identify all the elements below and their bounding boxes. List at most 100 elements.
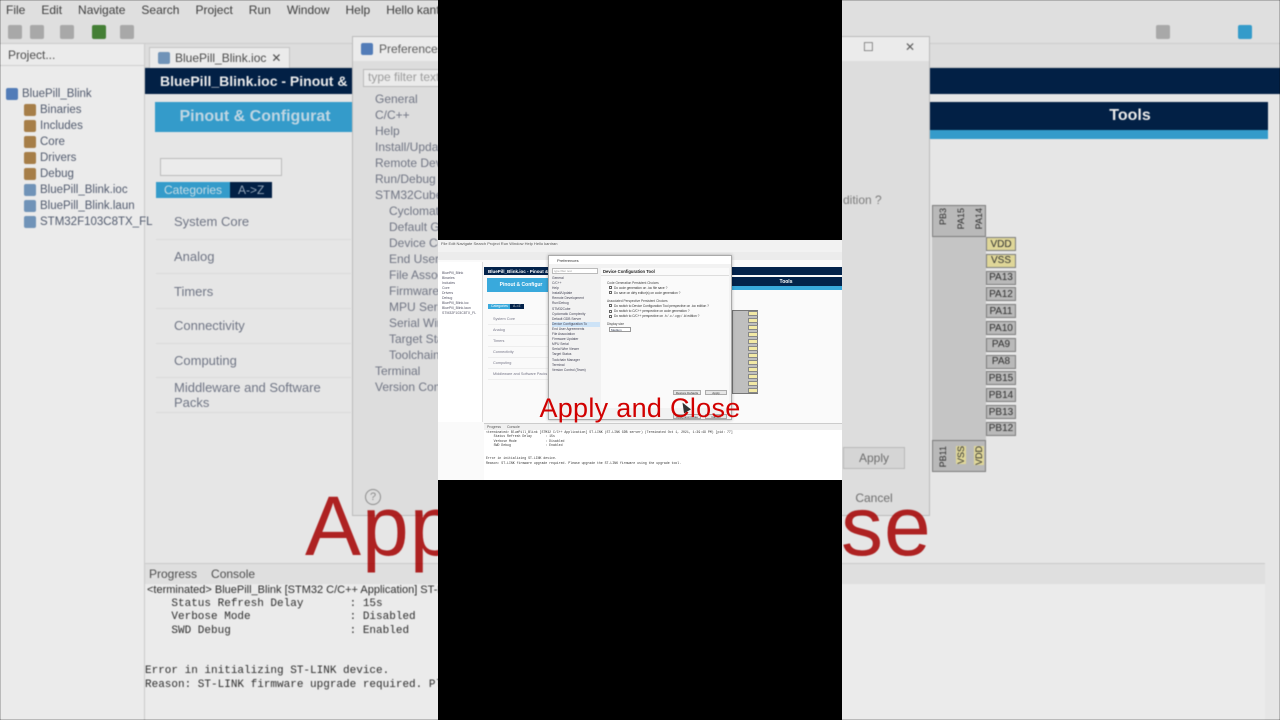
frame-category-item[interactable]: Timers	[488, 336, 548, 347]
checkbox-label: Do switch to C/C++ perspective on .h / .…	[614, 314, 700, 319]
pin-label[interactable]: PA12	[986, 287, 1016, 302]
menu-item[interactable]: Window	[287, 3, 330, 17]
frame-tab-progress[interactable]: Progress	[487, 425, 501, 429]
pin-label[interactable]: VSS	[986, 253, 1016, 268]
tree-item[interactable]: BluePill_Blink.laun	[6, 198, 144, 214]
checkbox-label: Do switch to C/C++ perspective on code g…	[614, 309, 690, 314]
frame-perspective-options: Do switch to Device Configuration Tool p…	[601, 303, 729, 319]
tab-pinout-configuration[interactable]: Pinout & Configurat	[155, 102, 355, 132]
checkbox[interactable]	[609, 304, 612, 308]
ioc-editor-tab[interactable]: BluePill_Blink.ioc ✕	[149, 47, 291, 68]
frame-tab-tools[interactable]: Tools	[730, 277, 842, 286]
tree-item[interactable]: BluePill_Blink.ioc	[6, 182, 144, 198]
save-icon[interactable]	[8, 25, 22, 39]
frame-settings-page: Device Configuration Tool Code Generatio…	[601, 268, 729, 408]
pin-label[interactable]: PA10	[986, 321, 1016, 335]
close-icon[interactable]: ✕	[905, 40, 915, 54]
pin-label[interactable]: PB13	[986, 405, 1016, 419]
project-explorer-tab[interactable]: Project...	[0, 44, 144, 66]
frame-pin-label	[748, 325, 758, 330]
tab-progress[interactable]: Progress	[149, 567, 197, 581]
pin-label[interactable]: VDD	[974, 446, 984, 466]
tab-a-z[interactable]: A->Z	[230, 182, 273, 198]
run-icon[interactable]	[92, 25, 106, 39]
checkbox[interactable]	[609, 314, 612, 318]
frame-preferences-tree-item[interactable]: Version Control (Team)	[552, 368, 600, 373]
pin-label[interactable]: PA9	[986, 337, 1016, 352]
pin-label[interactable]: PB14	[986, 388, 1016, 403]
frame-console-output: Status Refresh Delay : 15s Verbose Mode …	[484, 434, 842, 465]
frame-category-item[interactable]: Connectivity	[488, 347, 548, 358]
frame-console-line: Reason: ST-LINK firmware upgrade require…	[486, 460, 682, 465]
checkbox[interactable]	[609, 291, 612, 295]
menu-item[interactable]: Navigate	[78, 3, 125, 17]
tab-categories[interactable]: Categories	[156, 182, 230, 198]
pin-label[interactable]: PB15	[986, 371, 1016, 386]
ioc-file-icon	[158, 52, 170, 64]
file-icon	[24, 184, 36, 196]
pin-label[interactable]: PB3	[938, 208, 948, 225]
tree-item[interactable]: STM32F103C8TX_FL	[6, 214, 153, 230]
frame-category-item[interactable]: System Core	[488, 314, 548, 325]
frame-tools-strip	[730, 286, 842, 290]
menu-item[interactable]: Project	[195, 3, 232, 17]
search-icon[interactable]	[1156, 25, 1170, 39]
menu-item[interactable]: Help	[346, 3, 371, 17]
pin-label[interactable]: VSS	[956, 446, 966, 465]
tree-item[interactable]: Drivers	[6, 150, 144, 166]
frame-category-item[interactable]: Computing	[488, 358, 548, 369]
close-icon[interactable]: ✕	[271, 51, 281, 65]
frame-display-size-select[interactable]: Medium	[609, 326, 631, 332]
debug-icon[interactable]	[60, 25, 74, 39]
menu-item[interactable]: Edit	[41, 3, 62, 17]
pin-label[interactable]: PA15	[956, 208, 966, 229]
tree-item[interactable]: Binaries	[6, 102, 144, 118]
build-icon[interactable]	[30, 25, 44, 39]
pin-label[interactable]: PB11	[938, 446, 948, 467]
menu-item[interactable]: Search	[141, 3, 179, 17]
menu-item[interactable]: File	[6, 3, 25, 17]
tree-item[interactable]: BluePill_Blink	[6, 86, 144, 102]
category-item[interactable]: Middleware and Software Packs	[156, 378, 351, 414]
frame-codegen-options: Do code generation on .ioc file save ? Do…	[601, 285, 729, 295]
maximize-icon[interactable]: ☐	[863, 40, 874, 54]
frame-category-item[interactable]: Middleware and Software Packs	[488, 369, 548, 380]
pin-label[interactable]: PA11	[986, 304, 1016, 319]
pin-label[interactable]: VDD	[986, 237, 1016, 251]
frame-tree-item[interactable]: STM32F103C8TX_FL	[438, 311, 482, 316]
tree-item[interactable]: Debug	[6, 166, 144, 182]
frame-tab-pinout[interactable]: Pinout & Configur	[487, 278, 555, 292]
external-tools-icon[interactable]	[120, 25, 134, 39]
frame-filter-input[interactable]: type filter text	[552, 268, 598, 274]
frame-tab-console[interactable]: Console	[507, 425, 520, 429]
preferences-icon	[361, 43, 373, 55]
category-item[interactable]: Connectivity	[156, 309, 351, 344]
frame-tab-a-z[interactable]: A->Z	[510, 304, 524, 309]
checkbox-label: Do code generation on .ioc file save ?	[614, 285, 668, 290]
tree-item-label: Debug	[40, 168, 74, 180]
category-search-input[interactable]	[160, 158, 282, 176]
perspective-icon[interactable]	[1238, 25, 1252, 39]
category-item[interactable]: Timers	[156, 274, 351, 310]
category-item[interactable]: Computing	[156, 344, 351, 379]
tab-tools[interactable]: Tools	[992, 102, 1268, 130]
pin-label[interactable]: PB12	[986, 421, 1016, 436]
tab-console[interactable]: Console	[211, 567, 255, 581]
pin-label[interactable]: PA13	[986, 270, 1016, 285]
frame-tab-categories[interactable]: Categories	[488, 304, 510, 309]
project-tab-label: Project...	[8, 47, 56, 62]
frame-category-item[interactable]: Analog	[488, 325, 548, 336]
category-item[interactable]: Analog	[156, 240, 351, 275]
checkbox[interactable]	[609, 309, 612, 313]
checkbox[interactable]	[609, 286, 612, 290]
category-item[interactable]: System Core	[156, 205, 351, 240]
tree-item[interactable]: Includes	[6, 118, 144, 134]
pin-label[interactable]: PA8	[986, 354, 1016, 369]
apply-button[interactable]: Apply	[843, 447, 905, 469]
frame-dialog-title: Preferences	[549, 256, 731, 264]
category-tabs: Categories A->Z	[156, 182, 273, 198]
menu-item[interactable]: Run	[249, 3, 271, 17]
frame-menu-bar: File Edit Navigate Search Project Run Wi…	[438, 240, 842, 252]
pin-label[interactable]: PA14	[974, 208, 984, 229]
tree-item[interactable]: Core	[6, 134, 144, 150]
